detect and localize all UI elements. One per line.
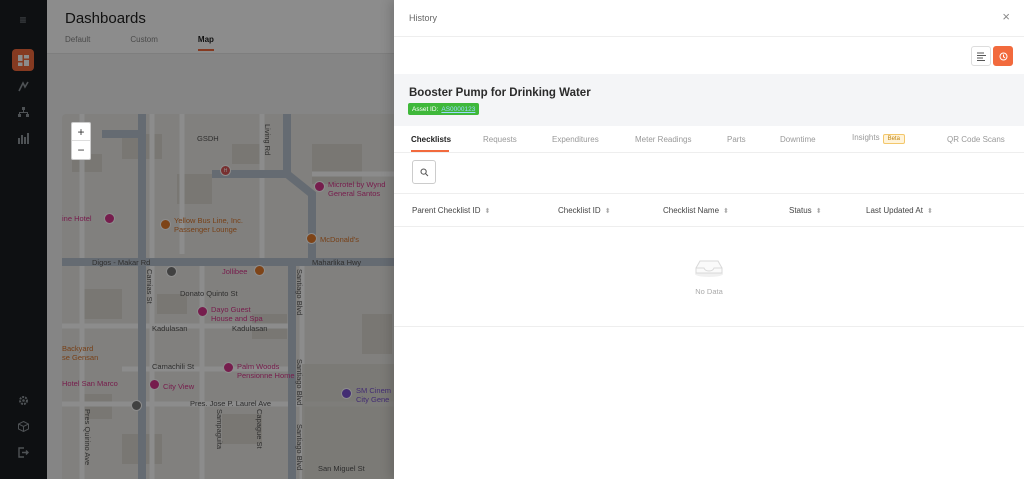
sort-icon: ⬍ — [723, 208, 729, 215]
column-parent-checklist-id-label: Parent Checklist ID — [412, 206, 481, 215]
drawer-title: History — [409, 13, 438, 23]
tab-qr-code-scans[interactable]: QR Code Scans — [947, 135, 1005, 144]
empty-state: No Data — [394, 227, 1024, 327]
beta-badge: Beta — [882, 134, 905, 144]
modal-backdrop[interactable] — [0, 0, 394, 479]
sort-icon: ⬍ — [815, 208, 822, 215]
asset-id-badge: Asset ID: AS0000123 — [408, 103, 480, 115]
history-tabs: Checklists Requests Expenditures Meter R… — [394, 126, 1024, 153]
tab-parts[interactable]: Parts — [727, 135, 746, 144]
inbox-icon — [695, 260, 723, 277]
tab-requests[interactable]: Requests — [483, 135, 517, 144]
column-checklist-id-label: Checklist ID — [558, 206, 601, 215]
zoom-in-button[interactable]: + — [72, 123, 90, 141]
tab-checklists[interactable]: Checklists — [411, 135, 451, 144]
list-view-button[interactable] — [971, 46, 991, 66]
asset-header: Booster Pump for Drinking Water Asset ID… — [394, 74, 1024, 126]
active-tab-indicator — [411, 150, 449, 152]
zoom-control: + − — [71, 122, 91, 160]
column-checklist-name-label: Checklist Name — [663, 206, 720, 215]
asset-id-link[interactable]: AS0000123 — [441, 106, 475, 113]
tab-insights[interactable]: Insights Beta — [852, 133, 905, 144]
column-last-updated-at[interactable]: Last Updated At ⬍ — [866, 206, 933, 215]
tab-expenditures[interactable]: Expenditures — [552, 135, 599, 144]
list-icon — [976, 52, 986, 61]
column-checklist-id[interactable]: Checklist ID ⬍ — [558, 206, 611, 215]
zoom-out-button[interactable]: − — [72, 141, 90, 159]
column-checklist-name[interactable]: Checklist Name ⬍ — [663, 206, 729, 215]
app: ≡ Dashboards Default Custom Map + − GSDH… — [0, 0, 1024, 479]
history-drawer: History × Booster Pump for Drinking Wate… — [394, 0, 1024, 479]
search-icon — [420, 168, 428, 176]
tab-meter-readings[interactable]: Meter Readings — [635, 135, 691, 144]
view-toggle — [971, 46, 1013, 66]
column-status-label: Status — [789, 206, 812, 215]
history-view-button[interactable] — [993, 46, 1013, 66]
close-icon[interactable]: × — [1002, 9, 1010, 24]
tab-downtime[interactable]: Downtime — [780, 135, 816, 144]
sort-icon: ⬍ — [604, 208, 611, 215]
asset-id-label: Asset ID: — [412, 105, 439, 113]
empty-text: No Data — [695, 287, 723, 296]
column-parent-checklist-id[interactable]: Parent Checklist ID ⬍ — [412, 206, 490, 215]
history-icon — [999, 52, 1007, 60]
column-status[interactable]: Status ⬍ — [789, 206, 822, 215]
drawer-header: History × — [394, 0, 1024, 37]
asset-name: Booster Pump for Drinking Water — [409, 87, 591, 99]
tab-insights-label: Insights — [852, 133, 880, 142]
column-last-updated-at-label: Last Updated At — [866, 206, 923, 215]
search-button[interactable] — [412, 160, 436, 184]
sort-icon: ⬍ — [926, 208, 933, 215]
table-header: Parent Checklist ID ⬍ Checklist ID ⬍ Check… — [394, 193, 1024, 227]
sort-icon: ⬍ — [484, 208, 491, 215]
